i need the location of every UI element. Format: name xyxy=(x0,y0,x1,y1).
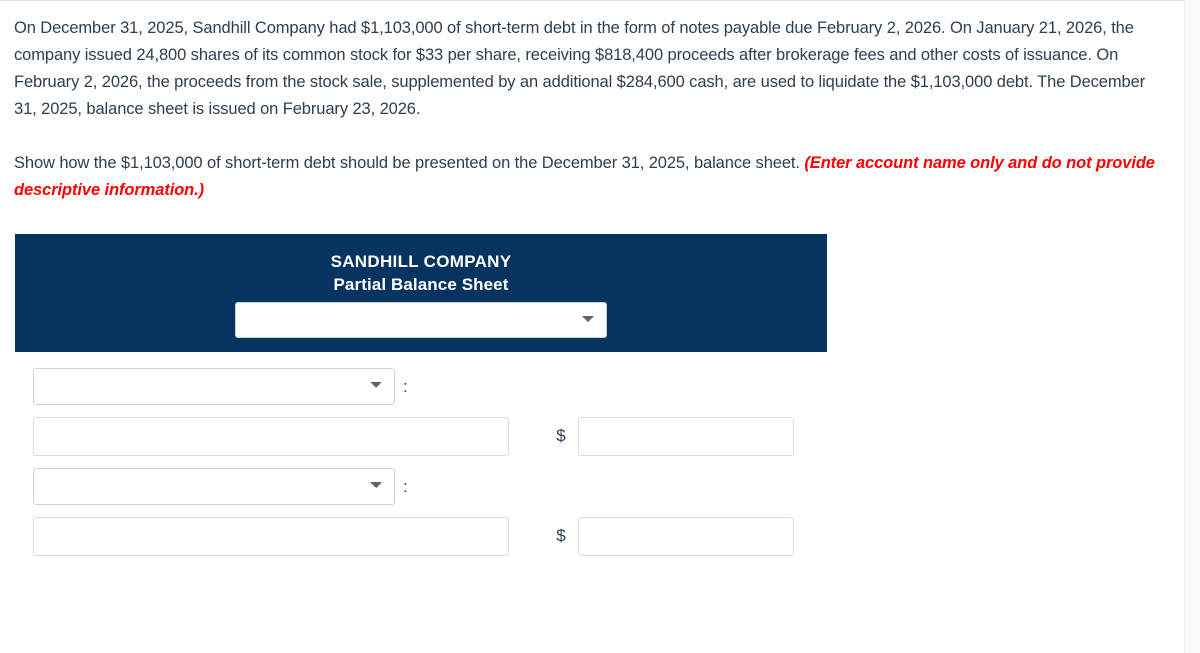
section-heading-select-1[interactable] xyxy=(33,367,395,405)
table-row: $ xyxy=(33,510,1184,562)
balance-sheet-header: SANDHILL COMPANY Partial Balance Sheet xyxy=(15,234,827,352)
exercise-content-frame: On December 31, 2025, Sandhill Company h… xyxy=(0,0,1184,653)
problem-paragraph-1: On December 31, 2025, Sandhill Company h… xyxy=(14,19,1146,118)
currency-symbol-2: $ xyxy=(556,526,566,545)
company-name: SANDHILL COMPANY xyxy=(330,252,512,271)
row-separator-colon-2: : xyxy=(403,476,408,496)
partial-balance-sheet: SANDHILL COMPANY Partial Balance Sheet :… xyxy=(0,234,1184,562)
account-name-input-2[interactable] xyxy=(33,516,509,556)
balance-sheet-rows: : $ : $ xyxy=(15,352,1184,562)
account-name-input-1[interactable] xyxy=(33,416,509,456)
balance-sheet-date-select[interactable] xyxy=(235,302,607,338)
table-row: : xyxy=(33,462,1184,510)
row-separator-colon-1: : xyxy=(403,376,408,396)
header-date-select-wrapper xyxy=(15,302,827,338)
problem-paragraph-2: Show how the $1,103,000 of short-term de… xyxy=(14,150,1166,204)
page-right-gutter xyxy=(1184,0,1200,653)
amount-input-1[interactable] xyxy=(578,416,794,456)
currency-symbol-1: $ xyxy=(556,426,566,445)
problem-instruction-text: Show how the $1,103,000 of short-term de… xyxy=(14,154,805,172)
section-heading-select-2[interactable] xyxy=(33,467,395,505)
amount-input-2[interactable] xyxy=(578,516,794,556)
report-title: Partial Balance Sheet xyxy=(333,275,509,294)
table-row: $ xyxy=(33,410,1184,462)
table-row: : xyxy=(33,362,1184,410)
problem-statement: On December 31, 2025, Sandhill Company h… xyxy=(0,1,1184,204)
